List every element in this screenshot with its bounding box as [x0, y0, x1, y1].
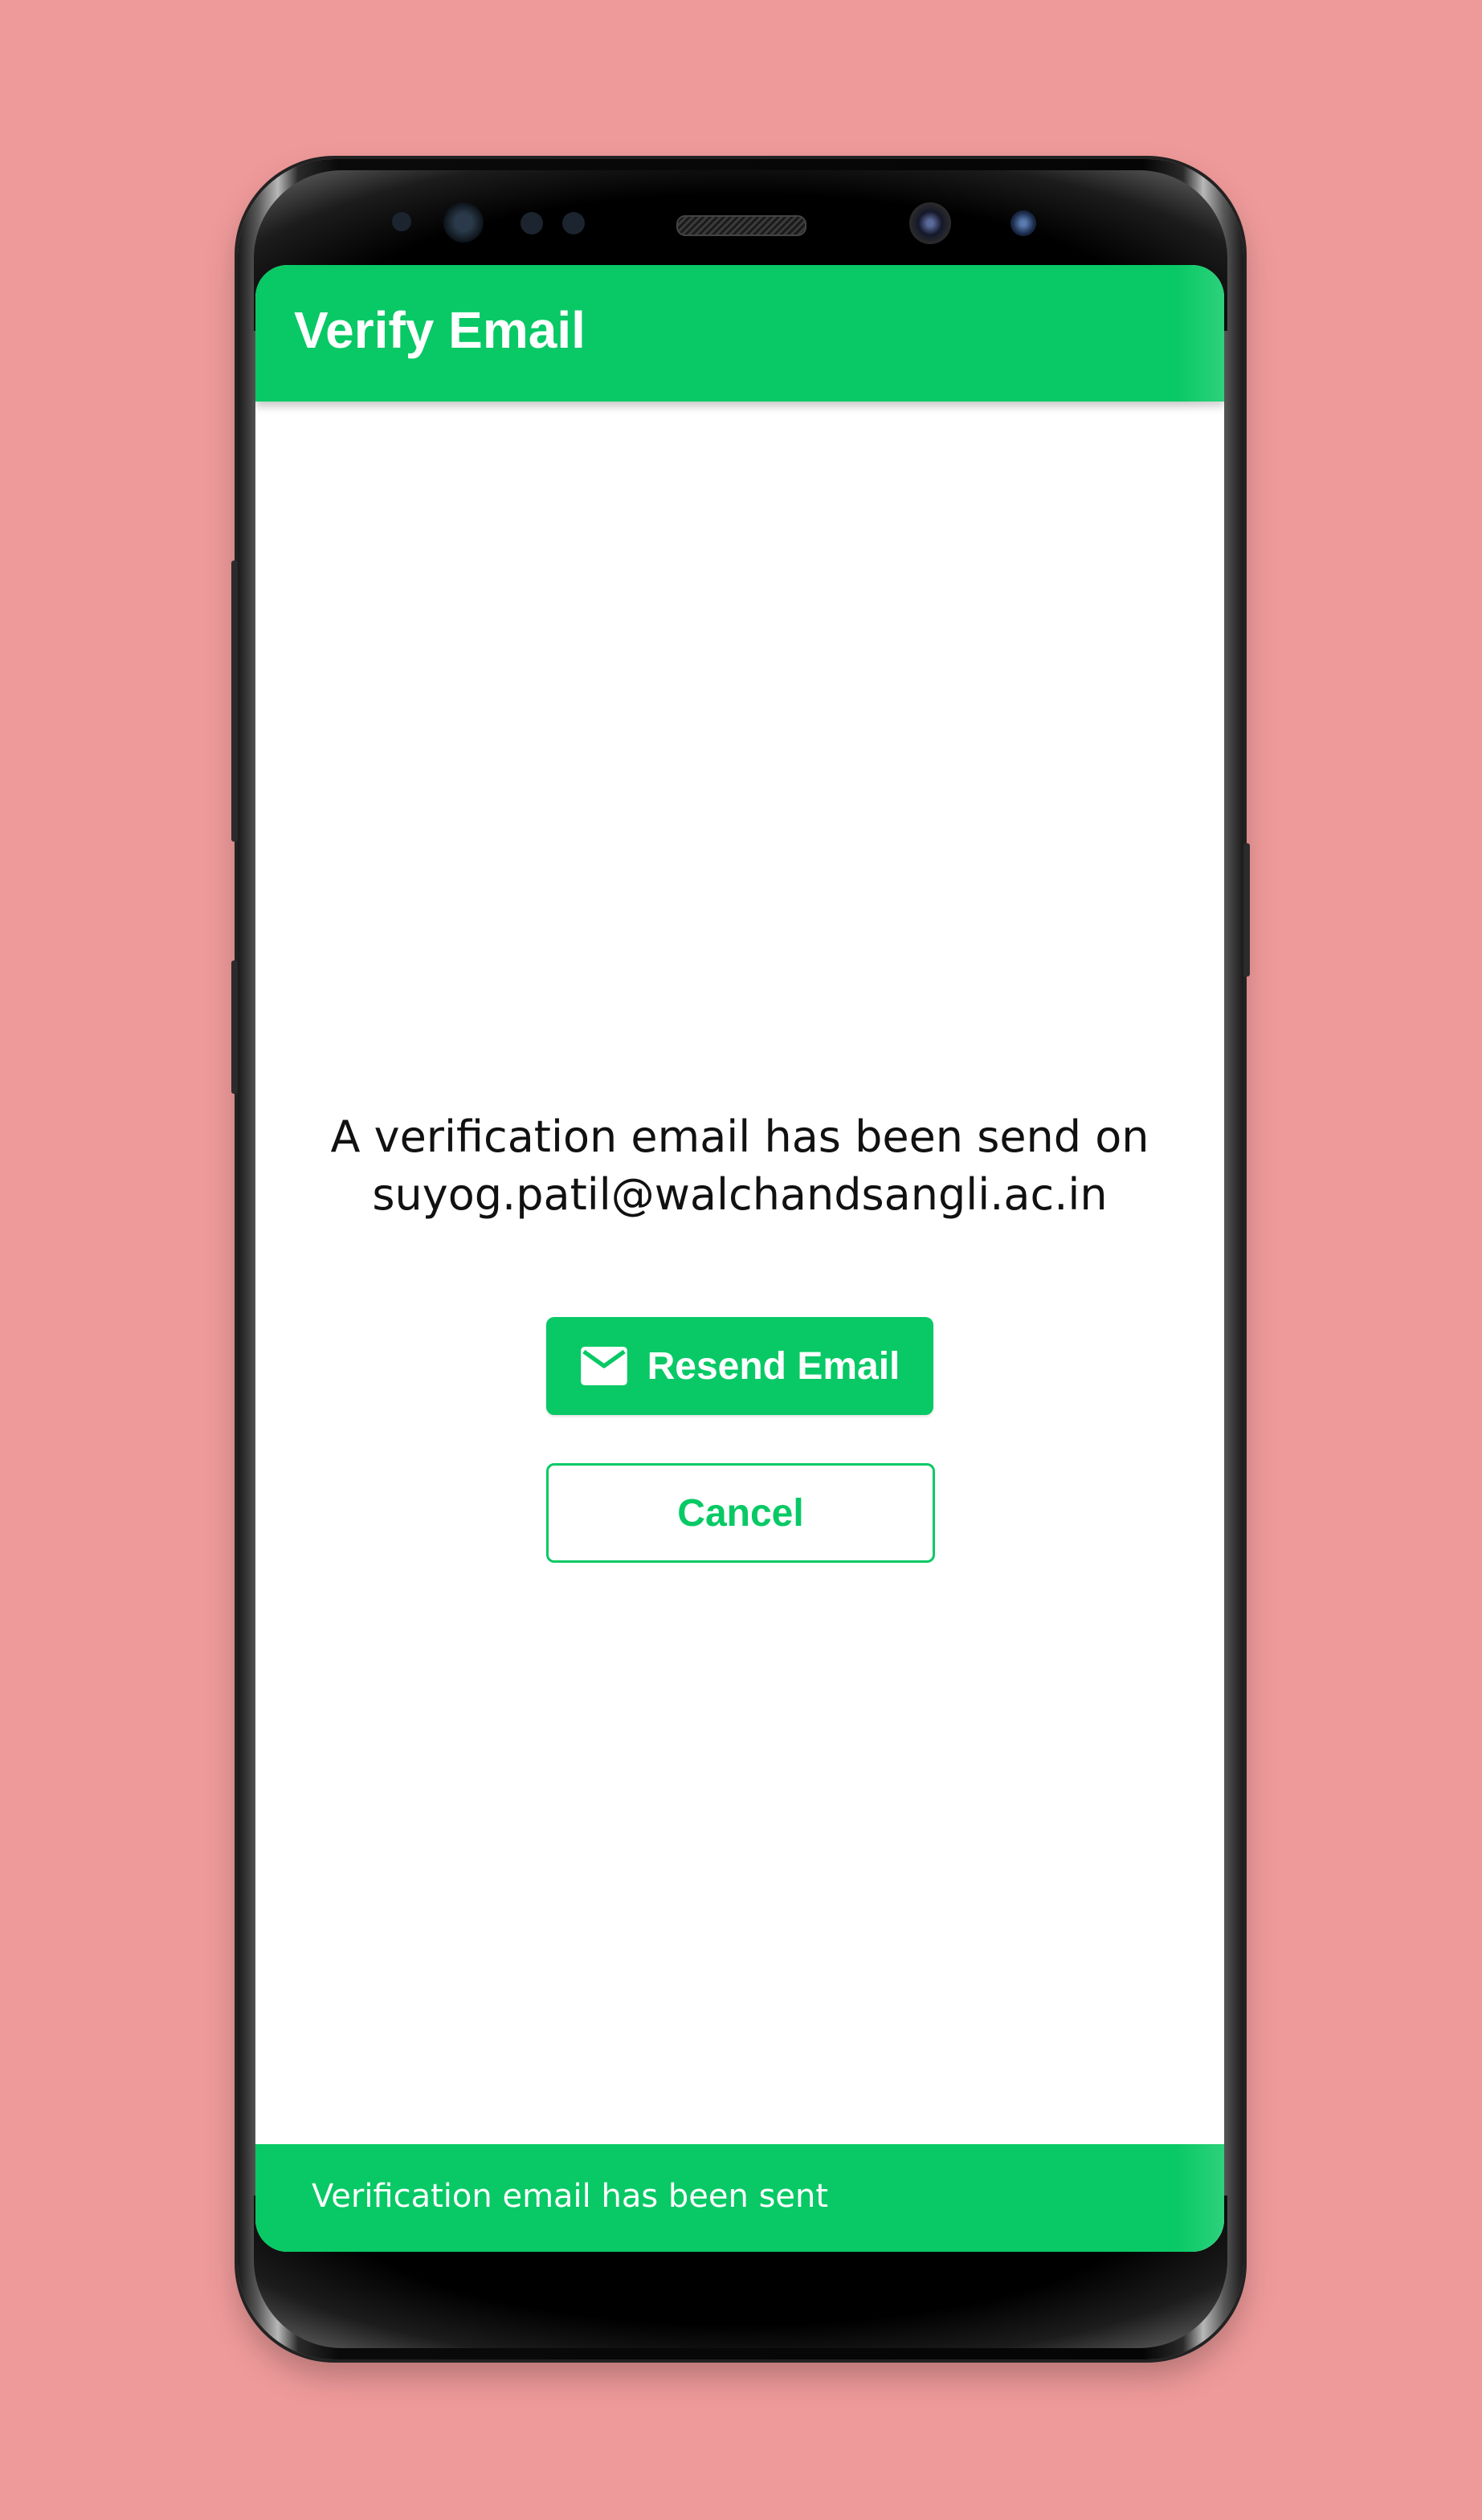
- light-sensor-2-icon: [562, 212, 585, 234]
- app-bar: Verify Email: [255, 265, 1224, 402]
- snackbar: Verification email has been sent: [255, 2144, 1224, 2252]
- iris-sensor-icon: [443, 202, 484, 243]
- volume-button: [231, 561, 238, 842]
- email-address: suyog.patil@walchandsangli.ac.in: [372, 1169, 1108, 1220]
- screen-edge-highlight: [1176, 265, 1224, 2252]
- iris-camera-icon: [1010, 210, 1036, 236]
- mail-icon: [580, 1347, 627, 1385]
- verification-message: A verification email has been send on su…: [255, 1108, 1224, 1224]
- message-line: A verification email has been send on: [330, 1111, 1149, 1162]
- resend-email-label: Resend Email: [647, 1344, 900, 1388]
- cancel-label: Cancel: [677, 1491, 804, 1535]
- app-screen: Verify Email A verification email has be…: [255, 265, 1224, 2252]
- light-sensor-icon: [521, 212, 543, 234]
- page-title: Verify Email: [294, 301, 586, 359]
- resend-email-button[interactable]: Resend Email: [546, 1317, 933, 1415]
- earpiece-speaker: [676, 215, 806, 236]
- power-button: [1243, 843, 1250, 977]
- front-camera-icon: [909, 202, 951, 244]
- snackbar-message: Verification email has been sent: [312, 2178, 829, 2215]
- proximity-sensor-icon: [392, 212, 411, 231]
- cancel-button[interactable]: Cancel: [546, 1463, 935, 1563]
- bixby-button: [231, 960, 238, 1094]
